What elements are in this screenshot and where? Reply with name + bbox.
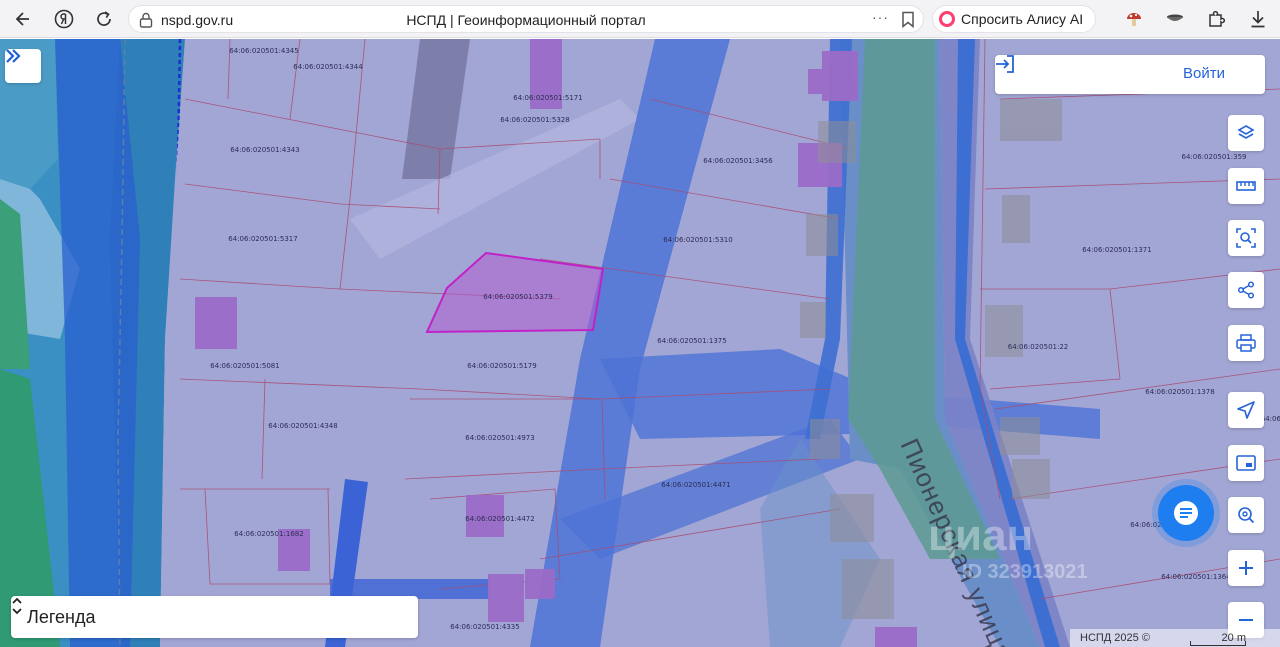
extensions-puzzle-icon[interactable] — [1204, 7, 1228, 31]
watermark-logo: циан — [928, 511, 1034, 560]
url-text[interactable]: nspd.gov.ru — [161, 12, 233, 28]
location-search-icon — [1238, 507, 1255, 524]
lock-icon — [139, 12, 153, 28]
plus-icon — [1239, 561, 1253, 575]
parcel-label: 64:06:020501:359 — [1181, 153, 1247, 161]
print-button[interactable] — [1228, 325, 1264, 361]
my-location-button[interactable] — [1228, 392, 1264, 428]
parcel-label-selected[interactable]: 64:06:020501:5379 — [483, 293, 552, 301]
yandex-browser-icon[interactable] — [52, 7, 76, 31]
parcel-label: 64:06:020501:1375 — [657, 337, 727, 345]
parcel-label: 64:06:020501:4973 — [465, 434, 535, 442]
chat-bubble-icon — [1174, 501, 1198, 525]
sign-in-icon — [996, 55, 1014, 73]
download-icon[interactable] — [1246, 7, 1270, 31]
layers-button[interactable] — [1228, 115, 1264, 151]
parcel-label: 64:06:020501:4348 — [268, 422, 338, 430]
scale-bar — [1190, 641, 1246, 646]
parcel-label: 64:06:020501:5171 — [513, 94, 583, 102]
extension-bowl-icon[interactable] — [1163, 7, 1187, 31]
chevron-up-down-icon — [12, 597, 22, 615]
area-select-button[interactable] — [1228, 220, 1264, 256]
parcel-label: 64:06:020501:5179 — [467, 362, 537, 370]
printer-icon — [1236, 334, 1256, 352]
legend-label: Легенда — [27, 607, 96, 627]
address-bar[interactable]: nspd.gov.ru НСПД | Геоинформационный пор… — [128, 5, 924, 33]
back-arrow-icon[interactable] — [10, 7, 34, 31]
map-attribution: НСПД 2025 © — [1070, 629, 1280, 647]
parcel-label: 64:06:020501:4471 — [661, 481, 731, 489]
select-area-icon — [1236, 228, 1256, 248]
login-label: Войти — [1183, 65, 1225, 82]
minimap-button[interactable] — [1228, 445, 1264, 481]
share-icon — [1237, 281, 1255, 299]
geo-search-button[interactable] — [1228, 497, 1264, 533]
parcel-label: 64:06:020501:22 — [1007, 343, 1069, 351]
more-dots-icon[interactable]: ··· — [872, 9, 889, 25]
alice-icon — [939, 11, 955, 27]
bookmark-icon[interactable] — [901, 11, 915, 28]
ask-alice-label: Спросить Алису AI — [961, 11, 1084, 27]
watermark-id: ID 323913021 — [962, 561, 1088, 583]
double-chevron-right-icon — [6, 49, 21, 63]
chat-assistant-button[interactable] — [1158, 485, 1214, 541]
expand-panel-button[interactable] — [5, 49, 41, 83]
login-button[interactable]: Войти — [995, 55, 1265, 94]
browser-toolbar: nspd.gov.ru НСПД | Геоинформационный пор… — [0, 0, 1280, 38]
layers-icon — [1237, 125, 1255, 139]
parcel-label: 64:06:020501:3456 — [703, 157, 773, 165]
ask-alice-button[interactable]: Спросить Алису AI — [932, 5, 1096, 33]
parcel-label: 64:06:020501:4345 — [229, 47, 299, 55]
share-button[interactable] — [1228, 272, 1264, 308]
legend-dropdown[interactable]: Легенда — [11, 596, 418, 638]
parcel-label: 64:06:020501:1371 — [1082, 246, 1152, 254]
cadastral-map[interactable]: 64:06:020501:4345 64:06:020501:4344 64:0… — [0, 39, 1280, 647]
minus-icon — [1239, 619, 1253, 621]
ruler-icon — [1236, 181, 1256, 191]
zoom-in-button[interactable] — [1228, 550, 1264, 586]
picture-in-picture-icon — [1236, 455, 1256, 471]
page-title: НСПД | Геоинформационный портал — [406, 12, 646, 28]
parcel-label: 64:06:020501:4343 — [230, 146, 300, 154]
parcel-label: 64:06:020501:1364 — [1161, 573, 1231, 581]
extension-mushroom-icon[interactable] — [1122, 7, 1146, 31]
parcel-label: 64:06:02 — [1130, 521, 1162, 529]
parcel-label: 64:06:020501:5310 — [663, 236, 733, 244]
parcel-label: 64:06:020501:5328 — [500, 116, 570, 124]
parcel-label: 64:06:020501:1378 — [1145, 388, 1215, 396]
parcel-label: 64:06:020501:5081 — [210, 362, 280, 370]
measure-button[interactable] — [1228, 168, 1264, 204]
parcel-label: 64:06:020501:5317 — [228, 235, 298, 243]
parcel-label: 64:06:020501:4472 — [465, 515, 535, 523]
map-canvas — [0, 39, 1280, 647]
parcel-label: 64:06:020501:4335 — [450, 623, 520, 631]
parcel-label: 64:06:020501:4344 — [293, 63, 363, 71]
reload-icon[interactable] — [92, 7, 116, 31]
parcel-label: 64:06:020501:1682 — [234, 530, 304, 538]
navigation-arrow-icon — [1237, 401, 1255, 419]
